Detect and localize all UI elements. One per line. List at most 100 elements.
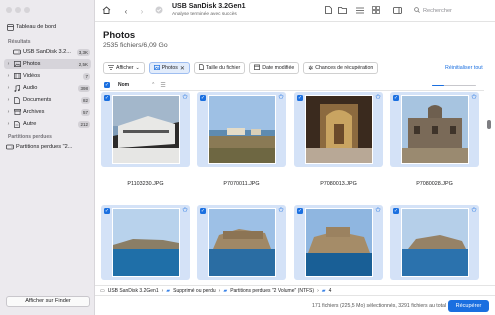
- thumbnail-image: [208, 95, 276, 164]
- folder-icon: ▰: [223, 287, 228, 294]
- file-tile[interactable]: ✓ ✩ P7080013.JPG: [293, 92, 384, 196]
- breadcrumb-device[interactable]: USB SanDisk 3.2Gen1: [108, 288, 159, 294]
- photo-icon: [153, 64, 160, 72]
- breadcrumb: ▭ USB SanDisk 3.2Gen1 › ▰ Supprimé ou pe…: [95, 285, 495, 295]
- file-checkbox[interactable]: ✓: [104, 95, 110, 101]
- sidebar-item-label: Partitions perdues "2...: [16, 144, 73, 150]
- home-button[interactable]: [100, 5, 112, 17]
- recovery-chance-icon: ✩: [375, 207, 381, 214]
- breadcrumb-deleted[interactable]: Supprimé ou perdu: [173, 288, 216, 294]
- sidebar-item-documents[interactable]: › Documents 82: [4, 95, 91, 105]
- select-all-checkbox[interactable]: ✓: [104, 82, 110, 88]
- document-icon: [13, 96, 21, 104]
- file-name: P7080028.JPG: [416, 181, 453, 187]
- sidebar-item-label: Vidéos: [23, 73, 41, 79]
- checkmark-icon: ✓: [200, 208, 206, 214]
- thumbnail-image: [112, 208, 180, 277]
- grid-view-button[interactable]: [370, 5, 382, 17]
- back-button[interactable]: ‹: [120, 5, 132, 17]
- sidebar-item-audio[interactable]: › Audio 398: [4, 83, 91, 93]
- vertical-scrollbar[interactable]: [487, 120, 491, 129]
- recovery-chances-icon: ✲: [308, 65, 314, 72]
- chevron-right-icon[interactable]: ›: [6, 109, 11, 115]
- file-tile[interactable]: ✓ ✩: [100, 205, 191, 285]
- sidebar-item-label: Photos: [23, 61, 41, 67]
- breadcrumb-lost-partition[interactable]: Partitions perdues "2 Volume" (NTFS): [230, 288, 314, 294]
- file-checkbox[interactable]: ✓: [297, 208, 303, 214]
- file-view-button[interactable]: [322, 5, 334, 17]
- sort-direction-icon[interactable]: ⌃: [151, 82, 155, 88]
- file-tile[interactable]: ✓ ✩ P7070011.JPG: [196, 92, 287, 196]
- item-count-badge: 212: [78, 120, 90, 128]
- recovery-chance-icon: ✩: [278, 94, 284, 101]
- file-checkbox[interactable]: ✓: [200, 95, 206, 101]
- folder-view-button[interactable]: [336, 5, 348, 17]
- list-view-button[interactable]: [354, 5, 366, 17]
- file-size-icon: [199, 64, 204, 72]
- zoom-slider[interactable]: [432, 83, 476, 87]
- file-name: P7070011.JPG: [223, 181, 260, 187]
- document-icon: [324, 6, 332, 16]
- chevron-right-icon[interactable]: ›: [6, 61, 11, 67]
- show-filter-dropdown[interactable]: Afficher ⌄: [103, 62, 145, 74]
- sidebar-item-vid-os[interactable]: › Vidéos 7: [4, 71, 91, 81]
- chevron-right-icon[interactable]: ›: [6, 85, 11, 91]
- chevron-right-icon: ›: [218, 287, 221, 294]
- minimize-window-button[interactable]: [15, 7, 21, 13]
- thumbnail-image: [401, 208, 469, 277]
- checkmark-icon: ✓: [297, 95, 303, 101]
- sidebar: Tableau de bord Résultats USB SanDisk 3.…: [0, 0, 95, 315]
- checkmark-icon: ✓: [393, 208, 399, 214]
- chevron-right-icon[interactable]: ›: [6, 73, 11, 79]
- sort-column-name[interactable]: Nom: [118, 82, 129, 88]
- breadcrumb-folder[interactable]: 4: [329, 288, 332, 294]
- close-window-button[interactable]: [6, 7, 12, 13]
- photo-icon: [13, 61, 21, 68]
- file-checkbox[interactable]: ✓: [393, 208, 399, 214]
- list-options-icon[interactable]: ☰: [160, 82, 165, 89]
- stop-scan-button[interactable]: [153, 5, 165, 17]
- chevron-right-icon: ›: [317, 287, 319, 294]
- photos-filter-chip[interactable]: Photos ✕: [148, 62, 190, 74]
- search-icon: [414, 7, 420, 15]
- sidebar-item-usb-sandisk-3-2[interactable]: USB SanDisk 3.2... 3,3K: [4, 47, 91, 57]
- zoom-window-button[interactable]: [24, 7, 30, 13]
- sidebar-item-archives[interactable]: › Archives 57: [4, 107, 91, 117]
- date-modified-filter[interactable]: Date modifiée: [249, 62, 300, 74]
- drive-icon: [6, 144, 14, 151]
- search-field[interactable]: Rechercher: [410, 5, 490, 17]
- file-checkbox[interactable]: ✓: [200, 208, 206, 214]
- sidebar-item-lost-partition[interactable]: Partitions perdues "2...: [4, 142, 91, 152]
- file-checkbox[interactable]: ✓: [104, 208, 110, 214]
- sidebar-item-label: USB SanDisk 3.2...: [23, 49, 71, 55]
- file-size-filter[interactable]: Taille du fichier: [193, 62, 246, 74]
- file-tile[interactable]: ✓ ✩ P1103230.JPG: [100, 92, 191, 196]
- checkmark-circle-icon: [155, 6, 163, 16]
- forward-button[interactable]: ›: [136, 5, 148, 17]
- preview-panel-button[interactable]: [391, 5, 403, 17]
- recovery-chances-filter[interactable]: ✲ Chances de récupération: [303, 62, 379, 74]
- file-checkbox[interactable]: ✓: [393, 95, 399, 101]
- show-in-finder-button[interactable]: Afficher sur Finder: [6, 296, 90, 307]
- sidebar-item-photos[interactable]: › Photos 2,5K: [4, 59, 91, 69]
- item-count-badge: 82: [80, 96, 90, 104]
- recovery-chance-icon: ✩: [182, 207, 188, 214]
- file-name: P1103230.JPG: [127, 181, 164, 187]
- recovery-chance-icon: ✩: [375, 94, 381, 101]
- grid-icon: [372, 6, 380, 16]
- recover-button[interactable]: Récupérer: [448, 300, 489, 312]
- calendar-icon: [254, 64, 261, 72]
- chevron-right-icon[interactable]: ›: [6, 97, 11, 103]
- file-tile[interactable]: ✓ ✩: [196, 205, 287, 285]
- sidebar-item-dashboard[interactable]: Tableau de bord: [4, 22, 91, 32]
- file-checkbox[interactable]: ✓: [297, 95, 303, 101]
- chevron-right-icon[interactable]: ›: [6, 121, 11, 127]
- file-tile[interactable]: ✓ ✩ P7080028.JPG: [389, 92, 480, 196]
- close-icon[interactable]: ✕: [180, 65, 185, 72]
- file-tile[interactable]: ✓ ✩: [389, 205, 480, 285]
- date-modified-label: Date modifiée: [262, 65, 295, 71]
- reset-all-link[interactable]: Réinitialiser tout: [445, 65, 483, 71]
- file-tile[interactable]: ✓ ✩: [293, 205, 384, 285]
- sidebar-item-label: Archives: [23, 109, 45, 115]
- sidebar-item-autre[interactable]: › Autre 212: [4, 119, 91, 129]
